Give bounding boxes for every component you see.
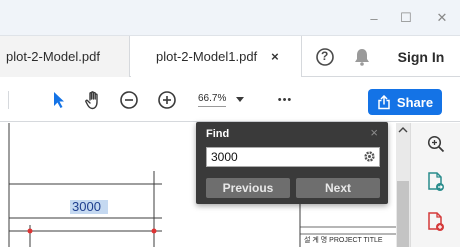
zoom-in-icon: [158, 91, 176, 109]
tab-plot-2-model1[interactable]: plot-2-Model1.pdf ×: [131, 36, 301, 77]
acrobat-window: – ☐ ✕ plot-2-Model.pdf plot-2-Model1.pdf…: [0, 0, 460, 247]
find-close-icon[interactable]: ×: [370, 125, 378, 140]
close-icon: ✕: [436, 10, 448, 25]
zoom-out-button[interactable]: [118, 89, 140, 111]
find-title: Find: [206, 128, 230, 140]
tab-label: plot-2-Model.pdf: [6, 49, 100, 64]
zoom-level-value: 66.7%: [198, 93, 227, 107]
find-previous-button[interactable]: Previous: [206, 178, 290, 198]
close-window-button[interactable]: ✕: [428, 6, 456, 30]
help-button[interactable]: ?: [314, 46, 336, 68]
sign-in-button[interactable]: Sign In: [393, 46, 449, 68]
zoom-panel-button[interactable]: [425, 133, 447, 155]
find-input[interactable]: [206, 147, 380, 167]
title-block-label: 설 계 명 PROJECT TITLE: [304, 237, 383, 244]
zoom-in-button[interactable]: [156, 89, 178, 111]
next-label: Next: [324, 181, 351, 195]
magnifier-plus-icon: [427, 135, 445, 153]
scroll-up-icon[interactable]: [396, 125, 410, 135]
chevron-down-icon: [236, 97, 245, 102]
pointer-arrow-icon: [54, 92, 64, 108]
gear-icon[interactable]: [363, 150, 376, 163]
maximize-button[interactable]: ☐: [392, 6, 420, 30]
export-pdf-button[interactable]: [425, 171, 447, 193]
share-label: Share: [396, 94, 434, 110]
more-tools-button[interactable]: •••: [272, 90, 298, 110]
help-glyph: ?: [321, 49, 329, 63]
previous-label: Previous: [222, 181, 274, 195]
maximize-icon: ☐: [400, 10, 412, 25]
tab-plot-2-model[interactable]: plot-2-Model.pdf: [0, 36, 130, 77]
minimize-icon: –: [370, 10, 378, 26]
hand-tool-button[interactable]: [82, 88, 106, 112]
share-icon: [378, 94, 390, 109]
dimension-label: 3000: [72, 199, 101, 214]
bell-icon: [355, 49, 369, 66]
tab-label: plot-2-Model1.pdf: [156, 49, 258, 64]
more-icon: •••: [277, 94, 293, 106]
right-tools-panel: [410, 123, 460, 247]
scroll-thumb[interactable]: [397, 181, 409, 247]
vertical-scrollbar[interactable]: [396, 123, 410, 247]
notifications-button[interactable]: [351, 46, 373, 68]
hand-icon: [85, 91, 98, 110]
select-tool-button[interactable]: [48, 89, 70, 111]
zoom-out-icon: [120, 91, 138, 109]
find-panel: Find × Previous Next: [196, 122, 388, 204]
minimize-button[interactable]: –: [360, 6, 388, 30]
tab-bar: plot-2-Model.pdf plot-2-Model1.pdf × ? S…: [0, 36, 460, 77]
share-button[interactable]: Share: [368, 89, 442, 115]
divider: [301, 36, 302, 77]
create-pdf-icon: [428, 212, 444, 231]
create-pdf-button[interactable]: [425, 211, 447, 233]
toolbar-divider: [8, 91, 9, 109]
zoom-level-select[interactable]: 66.7%: [198, 90, 254, 110]
sign-in-label: Sign In: [397, 49, 445, 65]
title-bar: – ☐ ✕: [0, 0, 460, 36]
tab-close-icon[interactable]: ×: [271, 49, 279, 64]
export-pdf-icon: [428, 172, 444, 191]
find-next-button[interactable]: Next: [296, 178, 380, 198]
